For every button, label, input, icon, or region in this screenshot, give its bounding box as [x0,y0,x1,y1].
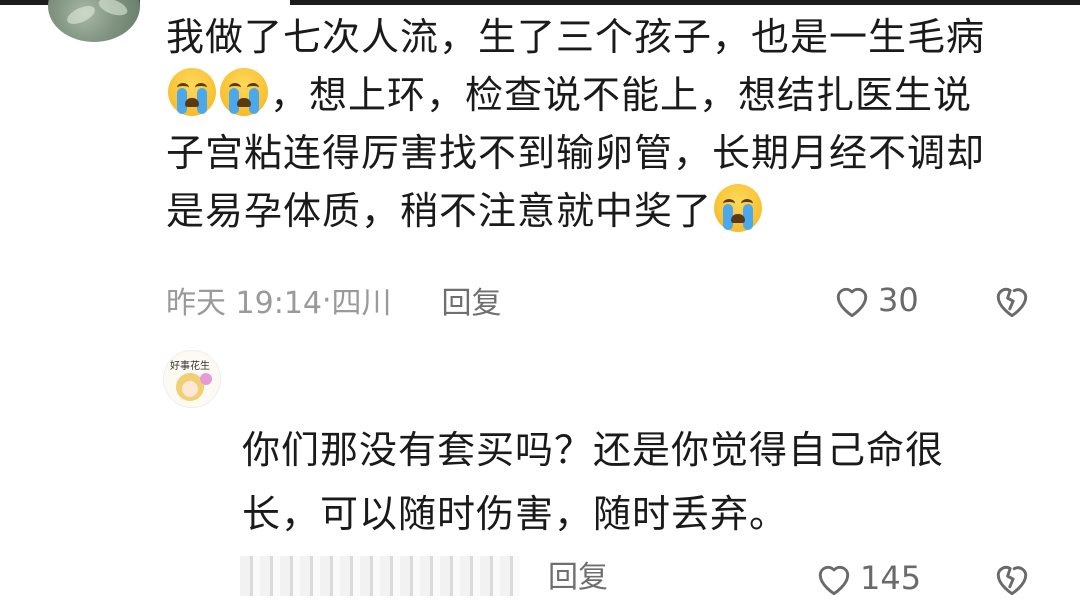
crying-face-icon [168,68,216,116]
comment-line: 长，可以随时伤害，随时丢弃。 [242,492,789,536]
avatar-text: 好事花生 [170,361,210,372]
heart-icon [818,565,850,596]
blurred-username [240,556,520,596]
crying-face-icon [220,68,268,116]
avatar-leaf [64,2,98,28]
like-button[interactable]: 30 [830,278,919,322]
heart-icon [836,287,868,318]
avatar[interactable] [48,0,140,42]
comment-line: ，想上环，检查说不能上，想结扎医生说 [166,66,1046,124]
comment-line-text: ，想上环，检查说不能上，想结扎医生说 [270,73,973,117]
like-button[interactable]: 145 [812,556,921,600]
crying-face-icon [714,184,763,232]
comment-location: 四川 [331,286,392,321]
reply-button[interactable]: 回复 [548,556,608,600]
comment-line-text: 是易孕体质，稍不注意就中奖了 [166,189,713,233]
like-count: 145 [860,559,922,597]
reply-body: 你们那没有套买吗？还是你觉得自己命很 长，可以随时伤害，随时丢弃。 [242,418,1002,546]
comment-meta: 昨天 19:14 · 四川 回复 [166,278,502,322]
top-status-bar-gap [140,0,290,5]
dislike-button[interactable] [990,556,1034,600]
like-count: 30 [878,281,919,319]
comment-time: 昨天 19:14 [166,286,322,321]
comment-line: 是易孕体质，稍不注意就中奖了 [166,182,1046,240]
broken-heart-icon [996,565,1028,596]
comment-body: 我做了七次人流，生了三个孩子，也是一生毛病 ，想上环，检查说不能上，想结扎医生说… [166,8,1046,240]
comment-line: 你们那没有套买吗？还是你觉得自己命很 [242,428,945,472]
comment-line: 我做了七次人流，生了三个孩子，也是一生毛病 [166,15,986,59]
avatar-flower [200,373,212,385]
reply-button[interactable]: 回复 [442,278,502,322]
comment-line: 子宫粘连得厉害找不到输卵管，长期月经不调却 [166,131,986,175]
meta-separator: · [322,282,332,318]
dislike-button[interactable] [990,278,1034,322]
broken-heart-icon [996,287,1028,318]
avatar[interactable]: 好事花生 [163,350,221,408]
avatar-face [182,381,198,397]
avatar-leaf [96,0,130,19]
